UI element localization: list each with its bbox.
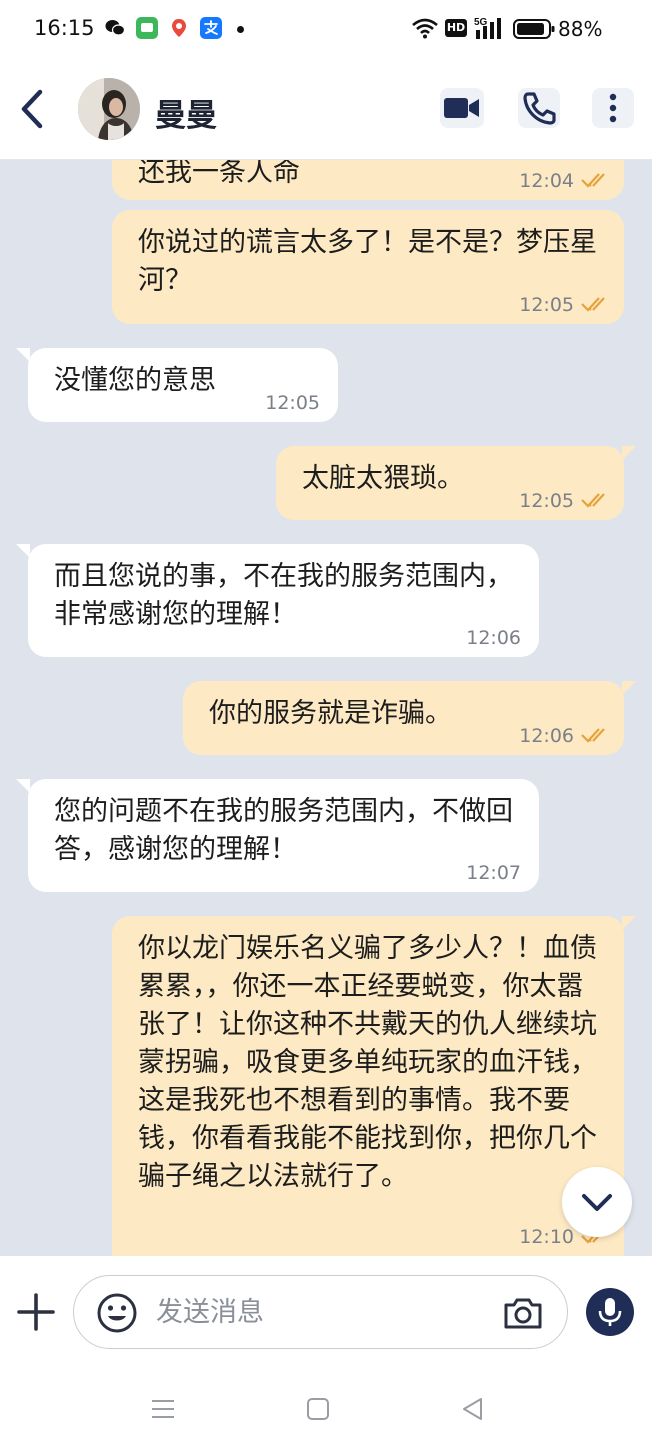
message-bubble-incoming[interactable]: 您的问题不在我的服务范围内，不做回答，感谢您的理解！ 12:07 xyxy=(16,779,539,892)
bubble-tail xyxy=(16,544,30,558)
alipay-icon xyxy=(200,17,222,39)
message-bubble-incoming[interactable]: 没懂您的意思 12:05 xyxy=(16,348,338,422)
wechat-icon xyxy=(104,17,126,39)
message-time: 12:04 xyxy=(519,170,574,192)
more-options-button[interactable] xyxy=(592,88,634,128)
microphone-icon xyxy=(598,1298,622,1326)
bubble-tail xyxy=(622,446,636,460)
back-arrow-icon xyxy=(21,89,43,129)
attach-button[interactable] xyxy=(16,1292,56,1332)
camera-icon xyxy=(504,1298,542,1329)
plus-icon xyxy=(17,1293,55,1331)
emoji-button[interactable] xyxy=(96,1292,138,1334)
message-bubble-outgoing[interactable]: 你说过的谎言太多了！是不是？梦压星河？ 12:05 xyxy=(112,210,624,324)
battery-percentage: 88% xyxy=(558,17,603,41)
more-icon xyxy=(609,93,617,123)
bubble-tail xyxy=(16,779,30,793)
message-bubble-outgoing[interactable]: 还我一条人命 12:04 xyxy=(112,160,624,200)
notification-dot xyxy=(237,26,244,33)
maps-icon xyxy=(168,17,190,39)
signal-5g-icon: 5G xyxy=(474,15,506,45)
system-navigation-bar xyxy=(0,1368,652,1448)
back-button[interactable] xyxy=(14,86,50,132)
avatar[interactable] xyxy=(78,78,140,140)
video-call-button[interactable] xyxy=(440,88,484,128)
message-time: 12:07 xyxy=(466,862,521,884)
message-bubble-outgoing[interactable]: 你以龙门娱乐名义骗了多少人？！血债累累，，你还一本正经要蜕变，你太嚣张了！让你这… xyxy=(112,916,636,1256)
message-text: 还我一条人命 xyxy=(138,160,300,188)
status-time: 16:15 xyxy=(34,16,95,40)
message-time: 12:06 xyxy=(519,725,574,747)
message-text: 您的问题不在我的服务范围内，不做回答，感谢您的理解！ xyxy=(54,796,513,865)
read-ticks-icon xyxy=(581,728,605,743)
read-ticks-icon xyxy=(581,493,605,508)
message-time: 12:05 xyxy=(519,294,574,316)
back-nav-button[interactable] xyxy=(458,1394,488,1424)
message-text: 你说过的谎言太多了！是不是？梦压星河？ xyxy=(138,227,597,296)
phone-icon xyxy=(523,92,556,125)
voice-message-button[interactable] xyxy=(586,1288,634,1336)
message-input-container xyxy=(73,1275,568,1349)
message-text: 而且您说的事，不在我的服务范围内，非常感谢您的理解！ xyxy=(54,561,513,630)
menu-icon xyxy=(152,1400,174,1418)
wifi-icon xyxy=(411,17,439,43)
bubble-tail xyxy=(622,681,636,695)
recent-apps-button[interactable] xyxy=(148,1394,178,1424)
home-icon xyxy=(307,1398,329,1420)
home-button[interactable] xyxy=(303,1394,333,1424)
messages-icon xyxy=(136,17,158,39)
back-triangle-icon xyxy=(463,1398,482,1420)
message-bubble-outgoing[interactable]: 你的服务就是诈骗。 12:06 xyxy=(183,681,636,755)
chevron-down-icon xyxy=(582,1194,612,1211)
video-call-icon xyxy=(444,98,479,118)
message-time: 12:05 xyxy=(519,490,574,512)
read-ticks-icon xyxy=(581,297,605,312)
message-list[interactable]: 还我一条人命 12:04 你说过的谎言太多了！是不是？梦压星河？ 12:05 没… xyxy=(0,160,652,1256)
message-bubble-incoming[interactable]: 而且您说的事，不在我的服务范围内，非常感谢您的理解！ 12:06 xyxy=(16,544,539,657)
message-composer xyxy=(0,1256,652,1368)
emoji-icon xyxy=(97,1293,137,1333)
voice-call-button[interactable] xyxy=(518,88,560,128)
scroll-to-bottom-button[interactable] xyxy=(562,1167,632,1237)
contact-name: 曼曼 xyxy=(155,98,217,134)
bubble-tail xyxy=(622,916,636,930)
camera-button[interactable] xyxy=(502,1293,544,1333)
message-time: 12:06 xyxy=(466,627,521,649)
status-bar: 16:15 HD 5G 88% xyxy=(0,0,652,60)
read-ticks-icon xyxy=(581,173,605,188)
message-input[interactable] xyxy=(156,1292,486,1332)
message-bubble-outgoing[interactable]: 太脏太猥琐。 12:05 xyxy=(276,446,636,520)
hd-icon: HD xyxy=(445,19,467,37)
message-text: 你以龙门娱乐名义骗了多少人？！血债累累，，你还一本正经要蜕变，你太嚣张了！让你这… xyxy=(138,933,597,1192)
message-time: 12:05 xyxy=(265,392,320,414)
battery-icon xyxy=(513,18,555,44)
chat-header: 曼曼 xyxy=(0,60,652,160)
bubble-tail xyxy=(16,348,30,362)
